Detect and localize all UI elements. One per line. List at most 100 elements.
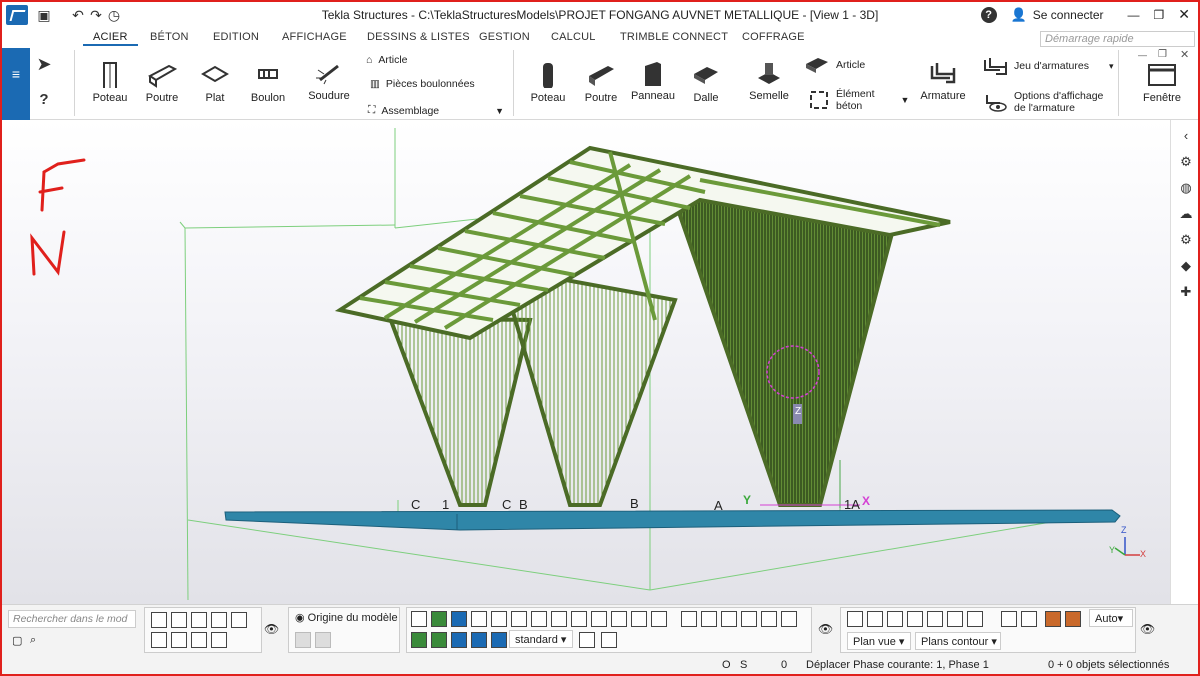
ds-x-icon[interactable]: [927, 611, 943, 627]
close-icon[interactable]: ✕: [1178, 6, 1190, 23]
ribbon-minimize-icon[interactable]: —: [1138, 50, 1147, 60]
snap-arc-icon[interactable]: [741, 611, 757, 627]
ds-circle-icon[interactable]: [887, 611, 903, 627]
snap-lines-icon[interactable]: [471, 611, 487, 627]
window-button[interactable]: Fenêtre: [1138, 62, 1186, 104]
rebar-display-options-button[interactable]: Options d'affichage de l'armature: [984, 90, 1103, 114]
menu-icon[interactable]: ≡: [2, 48, 30, 120]
plane-blue-3-icon[interactable]: [491, 632, 507, 648]
rebar-button[interactable]: Armature: [918, 60, 968, 102]
select-arrow-icon[interactable]: ➤: [36, 55, 52, 73]
cloud-icon[interactable]: ☁: [1178, 206, 1194, 222]
snap-standard-select[interactable]: standard ▾: [509, 630, 573, 648]
model-origin-button[interactable]: ◉ Origine du modèle: [295, 611, 398, 624]
tab-gestion[interactable]: GESTION: [479, 31, 530, 43]
snap-mid-icon[interactable]: [651, 611, 667, 627]
snap-cut-icon[interactable]: [611, 611, 627, 627]
ds-arrow-icon[interactable]: [1021, 611, 1037, 627]
cube-icon[interactable]: ◆: [1178, 258, 1194, 274]
snap-pointer-icon[interactable]: [601, 632, 617, 648]
ds-square-icon[interactable]: [867, 611, 883, 627]
snap-extend-icon[interactable]: [781, 611, 797, 627]
ribbon-close-icon[interactable]: ✕: [1180, 48, 1189, 61]
snap-orange-2-icon[interactable]: [701, 611, 717, 627]
snap-part-icon[interactable]: [531, 611, 547, 627]
status-o[interactable]: O: [722, 659, 731, 671]
ds-hourglass-icon[interactable]: [1001, 611, 1017, 627]
snap-pattern-icon[interactable]: [579, 632, 595, 648]
plane-blue-2-icon[interactable]: [471, 632, 487, 648]
weld-button[interactable]: Soudure: [306, 60, 352, 102]
drawing-visibility-eye-icon[interactable]: 👁: [1140, 622, 1155, 636]
minimize-icon[interactable]: —: [1128, 8, 1140, 22]
slab-button[interactable]: Dalle: [686, 62, 726, 104]
rebar-set-button[interactable]: Jeu d'armatures ▾: [982, 56, 1114, 76]
ds-color-2-icon[interactable]: [1065, 611, 1081, 627]
rebar-set-dropdown-icon[interactable]: ▾: [1109, 61, 1114, 72]
snap-end-icon[interactable]: [631, 611, 647, 627]
bolted-parts-button[interactable]: ▥ Pièces boulonnées: [370, 78, 475, 90]
settings-icon[interactable]: ⚙: [1178, 232, 1194, 248]
model-search-input[interactable]: Rechercher dans le mod: [8, 610, 136, 628]
tab-dessins-listes[interactable]: DESSINS & LISTES: [367, 31, 470, 43]
snap-grid-icon[interactable]: [491, 611, 507, 627]
search-scope-icon[interactable]: ▢: [12, 634, 22, 647]
select-all-icon[interactable]: [151, 612, 167, 628]
select-bolt-icon[interactable]: [151, 632, 167, 648]
status-s[interactable]: S: [740, 659, 747, 671]
tab-beton[interactable]: BÉTON: [150, 31, 189, 43]
plane-blue-icon[interactable]: [451, 632, 467, 648]
ds-wave-icon[interactable]: [967, 611, 983, 627]
ds-triangle-icon[interactable]: [907, 611, 923, 627]
tab-edition[interactable]: EDITION: [213, 31, 259, 43]
plane-green-icon[interactable]: [411, 632, 427, 648]
inquire-icon[interactable]: ?: [36, 92, 52, 108]
panel-button[interactable]: Panneau: [630, 60, 676, 102]
select-point-icon[interactable]: [211, 612, 227, 628]
contour-plans-select[interactable]: Plans contour ▾: [915, 632, 1001, 650]
properties-gear-icon[interactable]: ⚙: [1178, 154, 1194, 170]
bolt-button[interactable]: Boulon: [248, 62, 288, 104]
select-plane-icon[interactable]: [211, 632, 227, 648]
connection-button[interactable]: ⛶ Assemblage ▼: [368, 104, 504, 117]
steel-beam-button[interactable]: Poutre: [142, 62, 182, 104]
model-viewport-3d[interactable]: C 1 C B B A 1A Y X Z Z Y X: [0, 120, 1170, 604]
footing-button[interactable]: Semelle: [746, 60, 792, 102]
snap-ortho-icon[interactable]: [571, 611, 587, 627]
help-icon[interactable]: ?: [980, 6, 997, 23]
steel-article-button[interactable]: ⌂ Article: [366, 54, 408, 66]
add-plane-icon[interactable]: [295, 632, 311, 648]
select-x-icon[interactable]: [231, 612, 247, 628]
plan-view-select[interactable]: Plan vue ▾: [847, 632, 911, 650]
tab-trimble-connect[interactable]: TRIMBLE CONNECT: [620, 31, 728, 43]
select-circle-icon[interactable]: [191, 612, 207, 628]
concrete-element-dropdown-icon[interactable]: ▼: [901, 95, 910, 105]
select-parts-icon[interactable]: [171, 612, 187, 628]
snap-intersect-icon[interactable]: [591, 611, 607, 627]
steel-column-button[interactable]: Poteau: [90, 62, 130, 104]
concrete-column-button[interactable]: Poteau: [528, 62, 568, 104]
ribbon-restore-icon[interactable]: ❐: [1158, 49, 1167, 60]
concrete-beam-button[interactable]: Poutre: [581, 62, 621, 104]
connection-dropdown-icon[interactable]: ▼: [495, 106, 504, 116]
plane-green-2-icon[interactable]: [431, 632, 447, 648]
tab-affichage[interactable]: AFFICHAGE: [282, 31, 347, 43]
quick-launch-input[interactable]: Démarrage rapide: [1040, 31, 1195, 47]
select-weld-icon[interactable]: [171, 632, 187, 648]
search-zoom-icon[interactable]: ⌕: [30, 634, 36, 647]
select-grid-icon[interactable]: [191, 632, 207, 648]
snap-edge-icon[interactable]: [551, 611, 567, 627]
collapse-chevron-icon[interactable]: ‹: [1178, 128, 1194, 144]
ds-select-icon[interactable]: [847, 611, 863, 627]
globe-icon[interactable]: ◍: [1178, 180, 1194, 196]
snap-blue-icon[interactable]: [451, 611, 467, 627]
concrete-element-button[interactable]: Élément béton ▼: [808, 88, 909, 112]
visibility-eye-icon[interactable]: 👁: [264, 622, 279, 636]
snap-visibility-eye-icon[interactable]: 👁: [818, 622, 833, 636]
snap-orange-1-icon[interactable]: [681, 611, 697, 627]
tab-calcul[interactable]: CALCUL: [551, 31, 596, 43]
snap-layer-icon[interactable]: [761, 611, 777, 627]
snap-green-icon[interactable]: [431, 611, 447, 627]
concrete-article-button[interactable]: Article: [804, 56, 865, 74]
plate-button[interactable]: Plat: [195, 62, 235, 104]
